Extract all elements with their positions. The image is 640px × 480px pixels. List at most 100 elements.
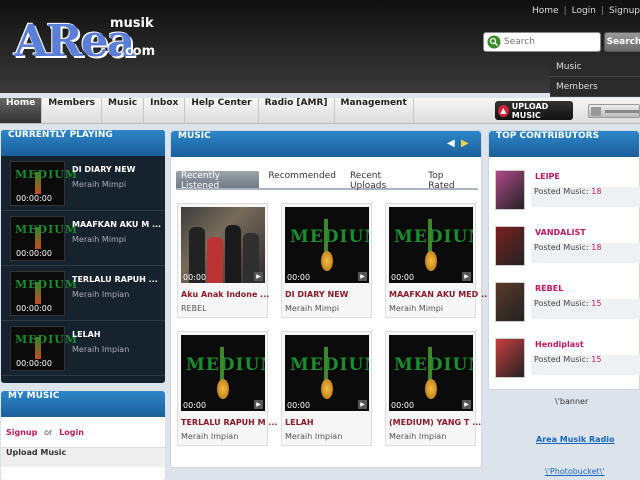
track-thumbnail[interactable]: MEDIUM 00:00:00 — [10, 271, 77, 316]
arrow-left-icon[interactable]: ◀ — [447, 139, 457, 149]
contributor-name[interactable]: VANDALIST — [535, 228, 586, 237]
now-playing-item[interactable]: MEDIUM 00:00:00 MAAFKAN AKU M ... Meraih Mi… — [1, 211, 165, 266]
arrow-right-icon[interactable]: ▶ — [461, 139, 471, 149]
now-playing-item[interactable]: MEDIUM 00:00:00 TERLALU RAPUH ... Meraih Im… — [1, 266, 165, 321]
nav-members[interactable]: Members — [42, 98, 102, 123]
nav-music[interactable]: Music — [102, 98, 145, 123]
music-card[interactable]: MEDIUM00:00▶ DI DIARY NEW Meraih Mimpi — [281, 203, 372, 318]
track-thumbnail[interactable]: 00:00 ▶ — [181, 207, 265, 283]
track-title[interactable]: MAAFKAN AKU M ... — [72, 220, 161, 229]
track-title[interactable]: LELAH — [72, 330, 101, 339]
track-thumbnail[interactable]: MEDIUM00:00▶ — [389, 335, 473, 411]
contributor-name[interactable]: REBEL — [535, 284, 563, 293]
track-title[interactable]: DI DIARY NEW — [72, 165, 136, 174]
top-link-signup[interactable]: Signup — [609, 6, 640, 16]
top-contributors-panel: TOP CONTRIBUTORS LEIPE Posted Music: 18 VA… — [488, 130, 640, 390]
track-title[interactable]: MAAFKAN AKU MED ... — [389, 290, 490, 299]
play-icon[interactable]: ▶ — [358, 272, 367, 281]
track-time: 00:00 — [183, 273, 207, 282]
contributor-avatar[interactable] — [495, 282, 525, 322]
now-playing-item[interactable]: MEDIUM 00:00:00 DI DIARY NEW Meraih Mimpi — [1, 156, 165, 211]
track-time: 00:00 — [391, 273, 415, 282]
nav-help-center[interactable]: Help Center — [185, 98, 259, 123]
track-artist[interactable]: Meraih Mimpi — [285, 304, 339, 313]
search-box — [483, 32, 601, 52]
contributor-item[interactable]: Hendiplast Posted Music: 15 — [489, 331, 640, 387]
track-thumbnail[interactable]: MEDIUM00:00▶ — [285, 335, 369, 411]
track-artist[interactable]: Meraih Impian — [285, 432, 342, 441]
play-icon[interactable]: ▶ — [254, 272, 263, 281]
music-card[interactable]: MEDIUM00:00▶MAAFKAN AKU MED ...Meraih Mi… — [385, 203, 490, 318]
panel-title: TOP CONTRIBUTORS — [489, 131, 639, 157]
track-title[interactable]: LELAH — [285, 418, 314, 427]
track-artist[interactable]: Meraih Impian — [181, 432, 238, 441]
posted-label: Posted Music: — [534, 299, 589, 308]
track-artist[interactable]: REBEL — [181, 304, 207, 313]
radio-link[interactable]: Area Musik Radio — [536, 435, 615, 444]
track-artist[interactable]: Meraih Impian — [389, 432, 446, 441]
track-artist[interactable]: Meraih Mimpi — [72, 235, 126, 244]
track-time: 00:00 — [183, 401, 207, 410]
music-card[interactable]: MEDIUM00:00▶TERLALU RAPUH M ...Meraih Im… — [177, 331, 278, 446]
dropdown-item-members[interactable]: Members — [550, 77, 640, 97]
play-icon[interactable]: ▶ — [254, 400, 263, 409]
tab-recently-listened[interactable]: Recently Listened — [176, 171, 260, 191]
dropdown-item-music[interactable]: Music — [550, 57, 640, 77]
track-thumbnail[interactable]: MEDIUM 00:00:00 — [10, 161, 77, 206]
medium-logo: MEDIUM — [15, 168, 79, 181]
track-artist[interactable]: Meraih Impian — [72, 290, 129, 299]
posted-label: Posted Music: — [534, 187, 589, 196]
guitar-image — [425, 219, 437, 275]
posted-label: Posted Music: — [534, 355, 589, 364]
contributor-avatar[interactable] — [495, 338, 525, 378]
contributor-item[interactable]: REBEL Posted Music: 15 — [489, 275, 640, 331]
track-title[interactable]: Aku Anak Indone ... — [181, 290, 269, 299]
track-artist[interactable]: Meraih Mimpi — [72, 180, 126, 189]
upload-music-link[interactable]: Upload Music — [1, 447, 165, 467]
photobucket-link[interactable]: \'Photobucket\' — [545, 467, 605, 476]
play-icon[interactable]: ▶ — [462, 272, 471, 281]
medium-logo: MEDIUM — [15, 223, 79, 236]
now-playing-item[interactable]: MEDIUM 00:00:00 LELAH Meraih Impian — [1, 321, 165, 376]
guitar-image — [425, 347, 437, 403]
top-link-home[interactable]: Home — [532, 6, 559, 16]
play-icon[interactable]: ▶ — [358, 400, 367, 409]
contributor-name[interactable]: Hendiplast — [535, 340, 584, 349]
track-thumbnail[interactable]: MEDIUM 00:00:00 — [10, 216, 77, 261]
search-button[interactable]: Search — [604, 32, 640, 52]
contributor-item[interactable]: LEIPE Posted Music: 18 — [489, 163, 640, 219]
contributor-item[interactable]: VANDALIST Posted Music: 18 — [489, 219, 640, 275]
play-icon[interactable]: ▶ — [462, 400, 471, 409]
top-link-login[interactable]: Login — [572, 6, 596, 16]
track-thumbnail[interactable]: MEDIUM00:00▶ — [181, 335, 265, 411]
signup-link[interactable]: Signup — [6, 428, 37, 437]
music-card[interactable]: MEDIUM00:00▶ LELAH Meraih Impian — [281, 331, 372, 446]
music-card[interactable]: 00:00 ▶ Aku Anak Indone ... REBEL — [177, 203, 269, 318]
track-title[interactable]: DI DIARY NEW — [285, 290, 349, 299]
search-input[interactable] — [504, 37, 594, 47]
nav-management[interactable]: Management — [335, 98, 414, 123]
volume-slider[interactable] — [588, 104, 640, 118]
tab-recommended[interactable]: Recommended — [263, 171, 341, 188]
contributor-avatar[interactable] — [495, 170, 525, 210]
nav-home[interactable]: Home — [0, 98, 43, 123]
track-title[interactable]: (MEDIUM) YANG T ... — [389, 418, 481, 427]
track-artist[interactable]: Meraih Impian — [72, 345, 129, 354]
tab-top-rated[interactable]: Top Rated — [423, 171, 474, 191]
track-thumbnail[interactable]: MEDIUM00:00▶ — [285, 207, 369, 283]
track-artist[interactable]: Meraih Mimpi — [389, 304, 443, 313]
medium-logo: MEDIUM — [15, 278, 79, 291]
upload-music-button[interactable]: ▲ UPLOAD MUSIC — [495, 101, 573, 120]
music-card[interactable]: MEDIUM00:00▶ (MEDIUM) YANG T ... Meraih Im… — [385, 331, 481, 446]
contributor-name[interactable]: LEIPE — [535, 172, 560, 181]
track-title[interactable]: TERLALU RAPUH ... — [72, 275, 158, 284]
track-title[interactable]: TERLALU RAPUH M ... — [181, 418, 278, 427]
contributor-avatar[interactable] — [495, 226, 525, 266]
nav-inbox[interactable]: Inbox — [144, 98, 186, 123]
tab-recent-uploads[interactable]: Recent Uploads — [345, 171, 419, 191]
login-link[interactable]: Login — [59, 428, 84, 437]
site-logo[interactable]: ARea musik .com — [14, 14, 155, 67]
track-thumbnail[interactable]: MEDIUM00:00▶ — [389, 207, 473, 283]
nav-radio[interactable]: Radio [AMR] — [259, 98, 335, 123]
track-thumbnail[interactable]: MEDIUM 00:00:00 — [10, 326, 77, 371]
